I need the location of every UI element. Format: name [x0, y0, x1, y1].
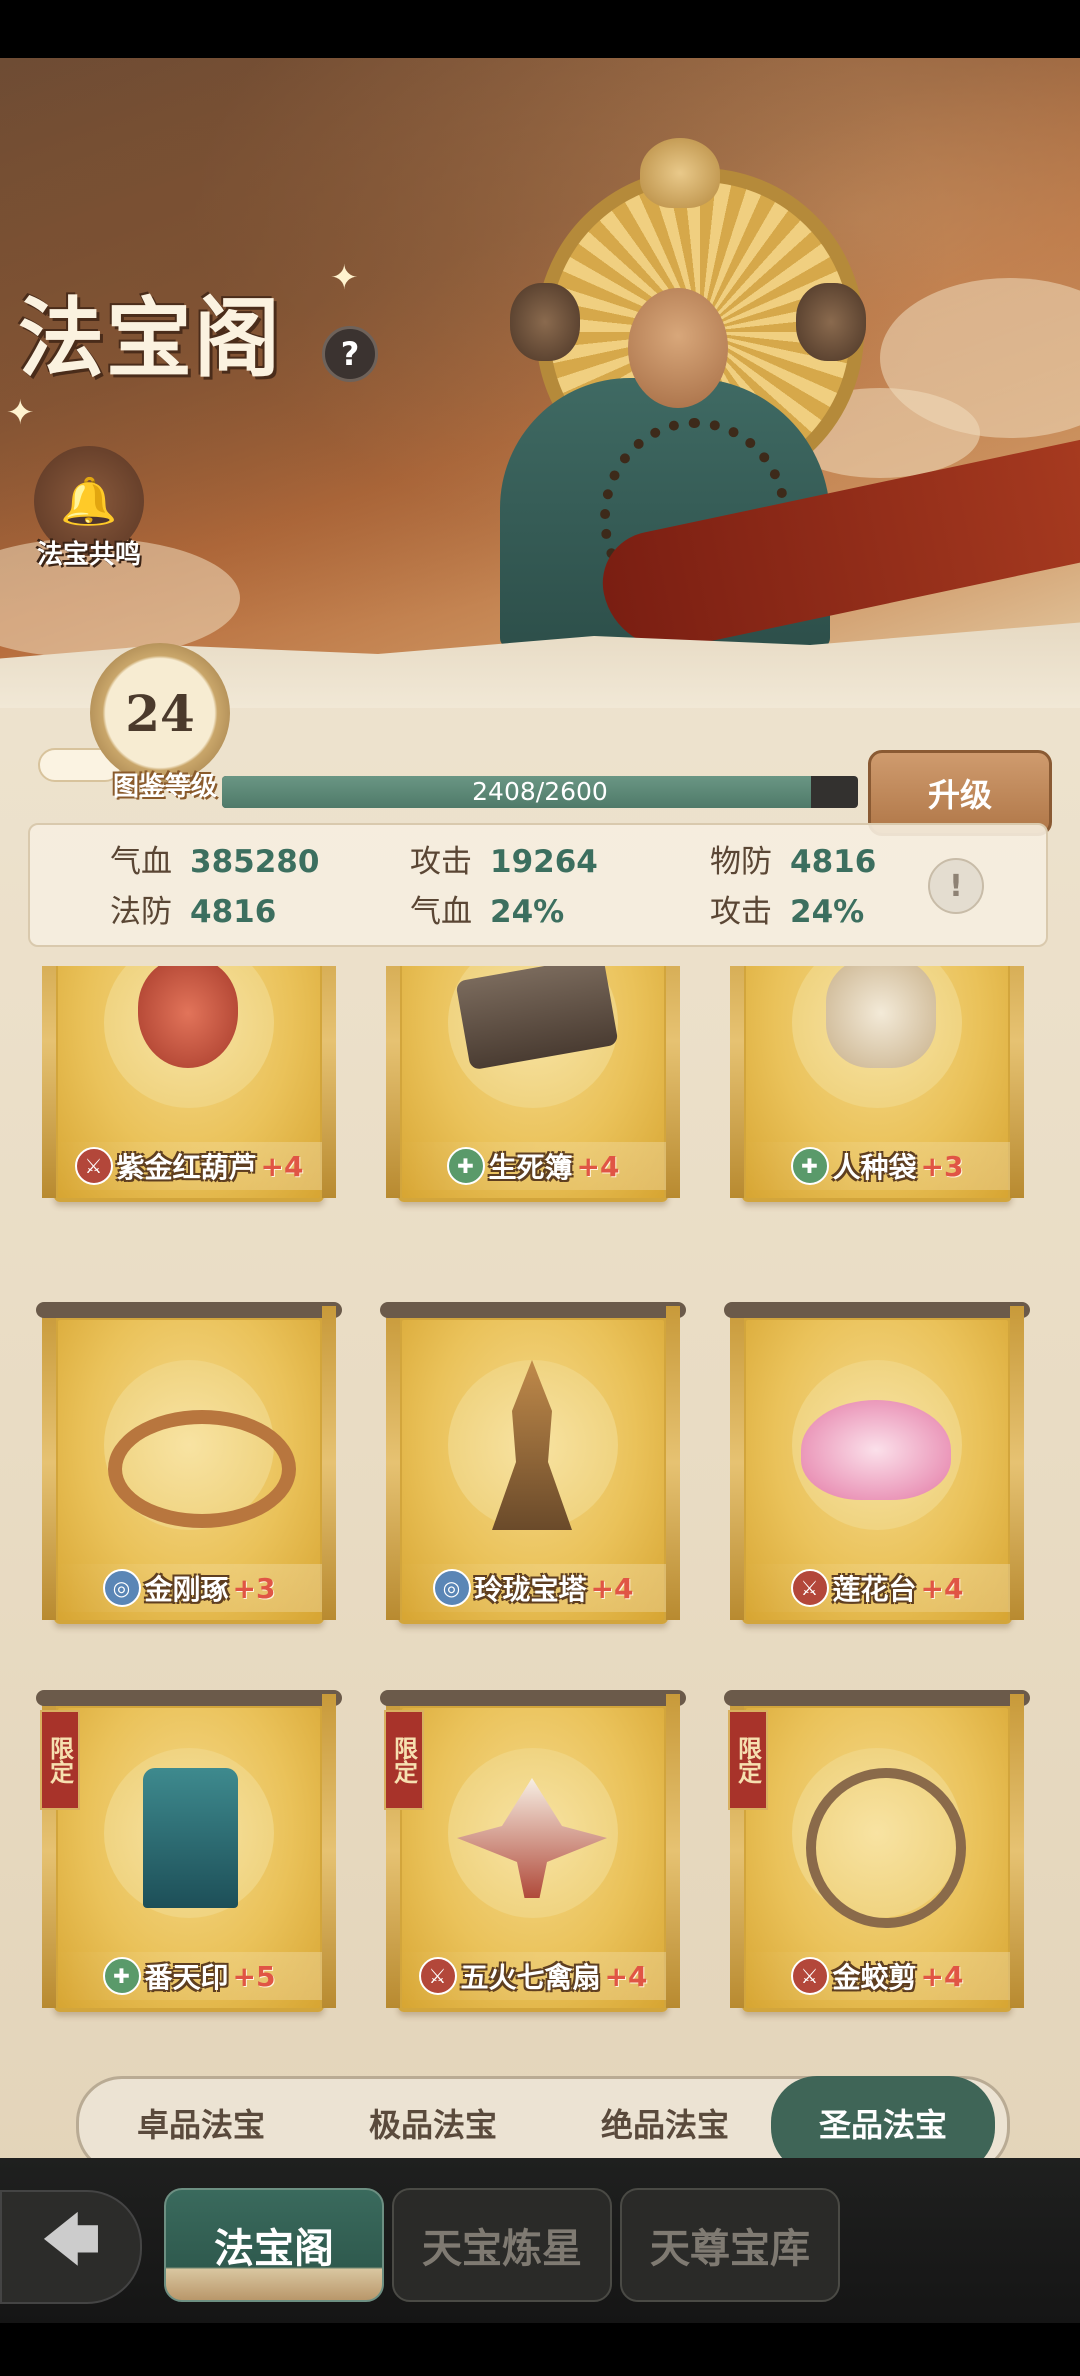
treasure-card[interactable]: ◎ 玲珑宝塔 +4	[380, 1302, 686, 1624]
page-title: 法宝阁	[18, 288, 282, 389]
item-level: +4	[604, 1959, 648, 1993]
treasure-card[interactable]: ✚ 生死簿 +4	[386, 966, 680, 1202]
heal-type-icon: ✚	[446, 1147, 485, 1185]
scroll-rod	[380, 1690, 686, 1706]
item-name: 金蛟剪	[832, 1961, 917, 1994]
item-name-bar: ✚ 番天印 +5	[52, 1952, 326, 2000]
resonance-label: 法宝共鸣	[36, 540, 141, 570]
resonance-button[interactable]: 🔔 法宝共鸣	[14, 446, 164, 576]
stats-info-button[interactable]: !	[928, 858, 984, 914]
limited-badge: 限定	[384, 1710, 424, 1810]
scroll-rod	[724, 1690, 1030, 1706]
item-name: 玲珑宝塔	[474, 1573, 587, 1606]
scroll-rod	[36, 1302, 342, 1318]
control-type-icon: ◎	[432, 1569, 471, 1607]
nav-tab-treasure-pavilion[interactable]: 法宝阁	[164, 2188, 384, 2302]
level-label: 图鉴等级	[112, 772, 217, 802]
treasure-card[interactable]: ⚔ 紫金红葫芦 +4	[42, 966, 336, 1202]
stat-attack-percent: 攻击 24%	[710, 894, 865, 930]
item-level: +4	[590, 1571, 634, 1605]
screen: ✦ ✦ 法宝阁 ? 🔔 法宝共鸣 2408/2600 24 图鉴等级 升级 气血…	[0, 58, 1080, 2323]
nav-tab-star-refining[interactable]: 天宝炼星	[392, 2188, 612, 2302]
attack-type-icon: ⚔	[790, 1569, 829, 1607]
sparkle-icon: ✦	[6, 393, 35, 433]
item-level: +4	[576, 1149, 620, 1183]
control-type-icon: ◎	[102, 1569, 141, 1607]
attack-type-icon: ⚔	[790, 1957, 829, 1995]
left-skull-head	[510, 283, 580, 361]
bottom-nav: 🡄 法宝阁 天宝炼星 天尊宝库	[0, 2158, 1080, 2323]
nav-tab-treasury[interactable]: 天尊宝库	[620, 2188, 840, 2302]
back-arrow-icon: 🡄	[41, 2205, 101, 2274]
heal-type-icon: ✚	[102, 1957, 141, 1995]
item-name-bar: ◎ 金刚琢 +3	[52, 1564, 326, 1612]
scroll-rod	[380, 1302, 686, 1318]
stat-hp-percent: 气血 24%	[410, 894, 565, 930]
lotus-icon	[801, 1400, 951, 1500]
back-button[interactable]: 🡄	[0, 2190, 142, 2304]
level-medal: 24	[90, 643, 230, 783]
scissors-icon	[806, 1768, 966, 1928]
item-name: 生死簿	[488, 1151, 573, 1184]
item-level: +4	[920, 1959, 964, 1993]
item-name-bar: ⚔ 金蛟剪 +4	[740, 1952, 1014, 2000]
monk-character-head	[628, 288, 728, 408]
item-level: +5	[232, 1959, 276, 1993]
attack-type-icon: ⚔	[74, 1147, 113, 1185]
treasure-card[interactable]: 限定 ✚ 番天印 +5	[36, 1690, 342, 2012]
stat-phys-def: 物防 4816	[710, 844, 877, 880]
item-name: 五火七禽扇	[460, 1961, 601, 1994]
item-name-bar: ⚔ 莲花台 +4	[740, 1564, 1014, 1612]
item-name: 番天印	[144, 1961, 229, 1994]
stat-magic-def: 法防 4816	[110, 894, 277, 930]
item-name-bar: ⚔ 五火七禽扇 +4	[396, 1952, 670, 2000]
item-name: 人种袋	[832, 1151, 917, 1184]
stat-hp: 气血 385280	[110, 844, 320, 880]
treasure-grid: ⚔ 紫金红葫芦 +4 ✚ 生死簿 +4 ✚ 人种袋 +3 ◎ 金刚琢 +3 ◎ 玲珑宝塔 +4 ⚔ 莲花台 +4 限…	[0, 966, 1080, 2046]
scroll-rod	[724, 1302, 1030, 1318]
sparkle-icon: ✦	[330, 258, 359, 298]
stat-attack: 攻击 19264	[410, 844, 598, 880]
treasure-card[interactable]: ◎ 金刚琢 +3	[36, 1302, 342, 1624]
seal-icon	[143, 1768, 238, 1908]
item-name: 紫金红葫芦	[116, 1151, 257, 1184]
item-level: +4	[260, 1149, 304, 1183]
buddha-figure	[640, 138, 720, 208]
limited-badge: 限定	[728, 1710, 768, 1810]
help-button[interactable]: ?	[322, 326, 378, 382]
attack-type-icon: ⚔	[418, 1957, 457, 1995]
item-name-bar: ⚔ 紫金红葫芦 +4	[52, 1142, 326, 1190]
item-name-bar: ✚ 人种袋 +3	[740, 1142, 1014, 1190]
treasure-card[interactable]: 限定 ⚔ 金蛟剪 +4	[724, 1690, 1030, 2012]
scroll-rod	[36, 1690, 342, 1706]
limited-badge: 限定	[40, 1710, 80, 1810]
right-skull-head	[796, 283, 866, 361]
item-level: +3	[232, 1571, 276, 1605]
treasure-card[interactable]: ⚔ 莲花台 +4	[724, 1302, 1030, 1624]
treasure-card[interactable]: 限定 ⚔ 五火七禽扇 +4	[380, 1690, 686, 2012]
item-level: +3	[920, 1149, 964, 1183]
item-name: 莲花台	[832, 1573, 917, 1606]
bracelet-icon	[108, 1410, 296, 1528]
heal-type-icon: ✚	[790, 1147, 829, 1185]
item-level: +4	[920, 1571, 964, 1605]
item-name-bar: ◎ 玲珑宝塔 +4	[396, 1564, 670, 1612]
bag-icon	[826, 966, 936, 1068]
item-name-bar: ✚ 生死簿 +4	[396, 1142, 670, 1190]
item-name: 金刚琢	[144, 1573, 229, 1606]
level-progress-text: 2408/2600	[472, 777, 608, 806]
treasure-card[interactable]: ✚ 人种袋 +3	[730, 966, 1024, 1202]
